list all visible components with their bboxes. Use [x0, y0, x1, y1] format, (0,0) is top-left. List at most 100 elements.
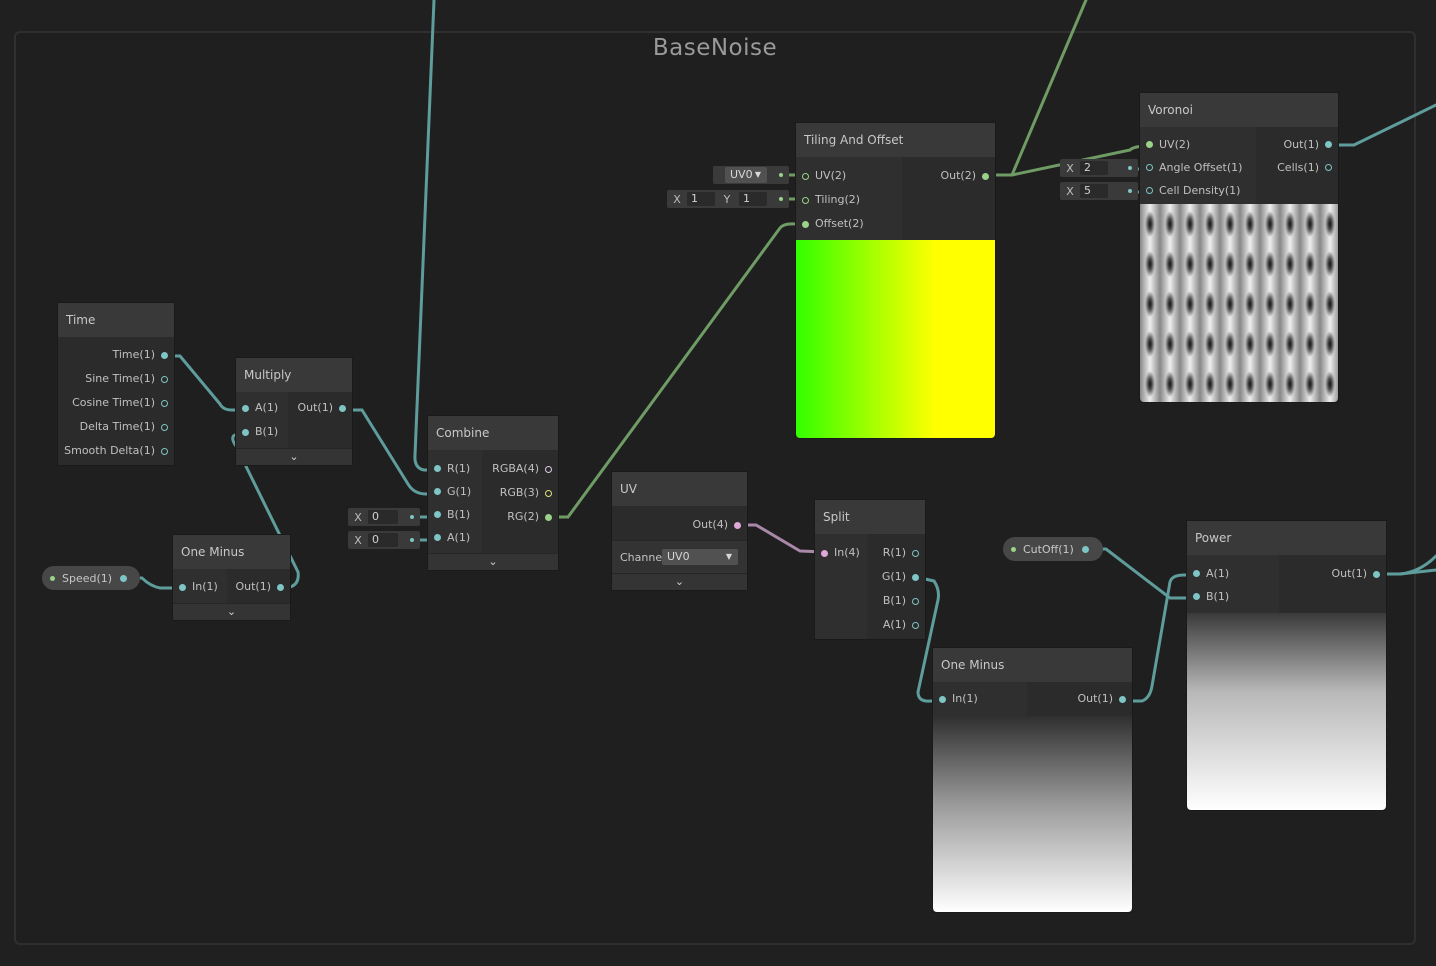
port-rg[interactable]: RG(2) [482, 505, 558, 529]
output-slot-icon[interactable] [1325, 141, 1332, 148]
port-rgba[interactable]: RGBA(4) [482, 457, 558, 481]
node-multiply[interactable]: Multiply A(1) B(1) Out(1) ⌄ [236, 358, 352, 465]
port-out[interactable]: Out(1) [1256, 133, 1338, 156]
output-slot-icon[interactable] [1325, 164, 1332, 171]
input-slot-icon[interactable] [1146, 141, 1153, 148]
node-split[interactable]: Split In(4) R(1) G(1) B(1) A(1) [815, 500, 925, 639]
output-slot-icon[interactable] [161, 423, 168, 431]
output-slot-icon[interactable] [161, 399, 168, 407]
value-input[interactable]: 5 [1080, 184, 1108, 198]
output-slot-icon[interactable] [912, 549, 919, 557]
value-input[interactable]: 1 [739, 192, 767, 206]
input-slot-icon[interactable] [1193, 570, 1200, 577]
output-slot-icon[interactable] [1119, 695, 1126, 703]
port-r[interactable]: R(1) [428, 457, 482, 480]
channel-dropdown[interactable]: UV0 ▼ [662, 549, 738, 565]
value-input[interactable]: 2 [1080, 161, 1108, 175]
output-slot-icon[interactable] [1373, 570, 1380, 578]
output-slot-icon[interactable] [545, 465, 552, 473]
input-slot-icon[interactable] [802, 220, 809, 228]
port-out[interactable]: Out(4) [612, 513, 747, 537]
input-slot-icon[interactable] [179, 583, 186, 591]
port-a[interactable]: A(1) [867, 613, 925, 637]
port-a[interactable]: A(1) [236, 396, 288, 420]
port-angle-offset[interactable]: Angle Offset(1) [1140, 156, 1256, 179]
value-input[interactable]: 0 [368, 510, 398, 524]
chevron-down-icon[interactable]: ⌄ [236, 448, 352, 465]
port-b[interactable]: B(1) [867, 589, 925, 613]
output-slot-icon[interactable] [982, 172, 989, 180]
output-slot-icon[interactable] [161, 351, 168, 359]
input-slot-icon[interactable] [242, 428, 249, 436]
port-b[interactable]: B(1) [428, 503, 482, 526]
port-delta-time[interactable]: Delta Time(1) [58, 415, 174, 439]
combine-a-field[interactable]: X 0 [348, 531, 420, 549]
port-smooth-delta[interactable]: Smooth Delta(1) [58, 439, 174, 463]
port-sine-time[interactable]: Sine Time(1) [58, 367, 174, 391]
output-slot-icon[interactable] [277, 583, 284, 591]
port-in[interactable]: In(4) [815, 541, 867, 565]
input-slot-icon[interactable] [802, 196, 809, 204]
chevron-down-icon[interactable]: ⌄ [428, 553, 558, 570]
input-slot-icon[interactable] [434, 488, 441, 495]
port-rgb[interactable]: RGB(3) [482, 481, 558, 505]
output-slot-icon[interactable] [545, 489, 552, 497]
port-b[interactable]: B(1) [236, 420, 288, 444]
uv-dropdown[interactable]: UV0 ▼ [725, 167, 767, 183]
port-cell-density[interactable]: Cell Density(1) [1140, 179, 1256, 202]
combine-b-field[interactable]: X 0 [348, 508, 420, 526]
port-cells[interactable]: Cells(1) [1256, 156, 1338, 179]
port-g[interactable]: G(1) [428, 480, 482, 503]
port-tiling[interactable]: Tiling(2) [796, 188, 902, 212]
port-out[interactable]: Out(2) [902, 164, 995, 188]
port-in[interactable]: In(1) [933, 687, 1027, 711]
output-slot-icon[interactable] [161, 447, 168, 455]
voronoi-density-field[interactable]: X 5 [1060, 182, 1138, 200]
value-input[interactable]: 0 [368, 533, 398, 547]
node-one-minus-left[interactable]: One Minus In(1) Out(1) ⌄ [173, 535, 290, 620]
chevron-down-icon[interactable]: ⌄ [173, 603, 290, 620]
voronoi-angle-field[interactable]: X 2 [1060, 159, 1138, 177]
input-slot-icon[interactable] [434, 534, 441, 541]
port-r[interactable]: R(1) [867, 541, 925, 565]
port-out[interactable]: Out(1) [227, 575, 290, 599]
port-a[interactable]: A(1) [428, 526, 482, 549]
value-input[interactable]: 1 [687, 192, 715, 206]
port-b[interactable]: B(1) [1187, 585, 1279, 608]
tiling-uv-field[interactable]: UV0 ▼ [713, 166, 789, 184]
port-a[interactable]: A(1) [1187, 562, 1279, 585]
node-combine[interactable]: Combine R(1) G(1) B(1) A(1) RGBA(4) RGB(… [428, 416, 558, 570]
node-tiling-and-offset[interactable]: Tiling And Offset UV(2) Tiling(2) Offset… [796, 123, 995, 438]
property-speed[interactable]: Speed(1) [42, 566, 140, 590]
port-out[interactable]: Out(1) [1027, 687, 1132, 711]
port-offset[interactable]: Offset(2) [796, 212, 902, 236]
output-slot-icon[interactable] [912, 573, 919, 581]
output-slot-icon[interactable] [734, 521, 741, 529]
output-slot-icon[interactable] [912, 597, 919, 605]
port-out[interactable]: Out(1) [1279, 562, 1386, 586]
node-uv[interactable]: UV Out(4) Channe UV0 ▼ ⌄ [612, 472, 747, 590]
input-slot-icon[interactable] [1146, 164, 1153, 171]
port-uv[interactable]: UV(2) [1140, 133, 1256, 156]
output-slot-icon[interactable] [339, 404, 346, 412]
output-slot-icon[interactable] [912, 621, 919, 629]
input-slot-icon[interactable] [1146, 187, 1153, 194]
input-slot-icon[interactable] [242, 404, 249, 412]
property-cutoff[interactable]: CutOff(1) [1003, 537, 1103, 561]
port-cosine-time[interactable]: Cosine Time(1) [58, 391, 174, 415]
node-voronoi[interactable]: Voronoi UV(2) Angle Offset(1) Cell Densi… [1140, 93, 1338, 402]
port-out[interactable]: Out(1) [288, 396, 352, 420]
chevron-down-icon[interactable]: ⌄ [612, 573, 747, 590]
input-slot-icon[interactable] [1193, 593, 1200, 600]
port-in[interactable]: In(1) [173, 575, 227, 599]
node-power[interactable]: Power A(1) B(1) Out(1) [1187, 521, 1386, 810]
input-slot-icon[interactable] [939, 695, 946, 703]
input-slot-icon[interactable] [434, 465, 441, 472]
output-slot-icon[interactable] [120, 574, 128, 582]
output-slot-icon[interactable] [1081, 545, 1089, 553]
node-one-minus-right[interactable]: One Minus In(1) Out(1) [933, 648, 1132, 912]
port-time[interactable]: Time(1) [58, 343, 174, 367]
input-slot-icon[interactable] [821, 549, 828, 557]
node-time[interactable]: Time Time(1) Sine Time(1) Cosine Time(1)… [58, 303, 174, 465]
input-slot-icon[interactable] [434, 511, 441, 518]
